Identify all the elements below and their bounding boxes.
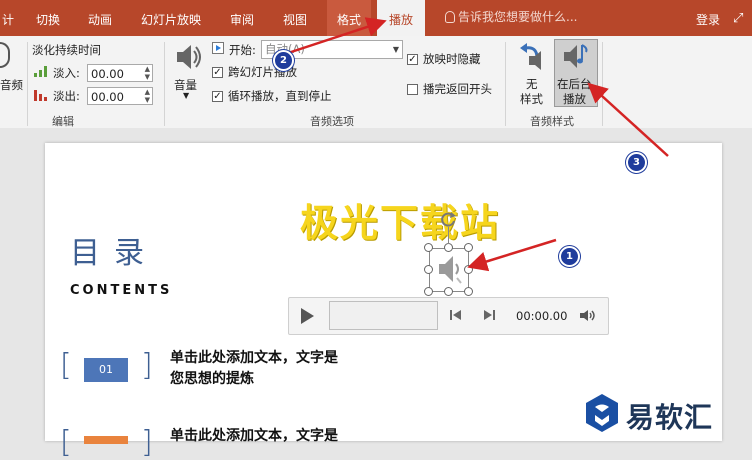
- rotate-handle-icon[interactable]: [439, 210, 457, 228]
- rewind-label: 播完返回开头: [423, 82, 492, 96]
- start-icon: [212, 42, 224, 54]
- group-label-audio-options: 音频选项: [310, 115, 354, 128]
- rewind-checkbox[interactable]: [407, 84, 418, 95]
- tab-animations[interactable]: 动画: [88, 0, 112, 36]
- divider: [602, 42, 603, 126]
- step-badge-3: 3: [626, 152, 647, 173]
- toc-heading[interactable]: 目录: [70, 228, 158, 272]
- toc-item-text[interactable]: 单击此处添加文本，文字是 您思想的提炼: [170, 348, 410, 390]
- volume-button[interactable]: 音量 ▼: [169, 40, 207, 106]
- fade-out-value: 00.00: [91, 90, 124, 104]
- toc-item-line: 单击此处添加文本，文字是: [170, 350, 338, 366]
- audio-icon: [0, 42, 10, 68]
- resize-handle[interactable]: [424, 287, 433, 296]
- fade-in-icon: [34, 66, 48, 77]
- step-badge-1: 1: [559, 246, 580, 267]
- playback-time: 00:00.00: [516, 309, 568, 323]
- fade-duration-label: 淡化持续时间: [32, 43, 101, 57]
- resize-handle[interactable]: [464, 243, 473, 252]
- seek-bar[interactable]: [329, 301, 438, 330]
- ribbon-tab-bar: 计 切换 动画 幻灯片放映 审阅 视图 格式 播放: [0, 0, 752, 36]
- step-back-icon[interactable]: [449, 309, 463, 321]
- loop-label: 循环播放，直到停止: [228, 89, 332, 103]
- hide-during-show-checkbox[interactable]: ✓: [407, 54, 418, 65]
- spinner-arrows-icon[interactable]: ▲ ▼: [145, 88, 150, 104]
- fade-in-value: 00.00: [91, 67, 124, 81]
- resize-handle[interactable]: [464, 265, 473, 274]
- right-bracket: ]: [141, 425, 153, 460]
- left-bracket: [: [60, 348, 72, 383]
- bg-play-label-1: 在后台: [557, 77, 592, 91]
- play-icon[interactable]: [298, 306, 316, 326]
- no-style-label-2: 样式: [520, 92, 543, 106]
- tab-design-partial[interactable]: 计: [2, 0, 14, 36]
- step-badge-2: 2: [273, 50, 294, 71]
- toc-item-line: 单击此处添加文本，文字是: [170, 428, 338, 444]
- speaker-icon: [177, 45, 201, 69]
- tab-review[interactable]: 审阅: [230, 0, 254, 36]
- resize-handle[interactable]: [424, 265, 433, 274]
- fade-out-spinner[interactable]: 00.00 ▲ ▼: [87, 87, 153, 105]
- volume-dropdown-icon: ▼: [183, 91, 190, 100]
- tell-me-placeholder: 告诉我您想要做什么...: [458, 10, 578, 24]
- item-number-box[interactable]: [84, 436, 128, 444]
- item-number-box[interactable]: 01: [84, 358, 128, 382]
- no-style-button[interactable]: 无 样式: [512, 40, 550, 108]
- play-in-background-button[interactable]: 在后台 播放: [554, 39, 598, 107]
- play-across-slides-checkbox[interactable]: ✓: [212, 67, 223, 78]
- lightbulb-icon: [445, 11, 455, 23]
- step-forward-icon[interactable]: [482, 309, 496, 321]
- divider: [27, 42, 28, 126]
- no-style-label-1: 无: [526, 77, 538, 91]
- tab-slideshow[interactable]: 幻灯片放映: [141, 0, 201, 36]
- undo-style-icon: [520, 43, 541, 70]
- toc-item-text[interactable]: 单击此处添加文本，文字是: [170, 426, 410, 447]
- audio-speaker-icon[interactable]: [435, 253, 465, 285]
- start-label: 开始:: [229, 43, 256, 57]
- resize-handle[interactable]: [464, 287, 473, 296]
- fade-in-spinner[interactable]: 00.00 ▲ ▼: [87, 64, 153, 82]
- tab-playback[interactable]: 播放: [377, 0, 426, 36]
- loop-checkbox[interactable]: ✓: [212, 91, 223, 102]
- bg-play-label-2: 播放: [563, 92, 586, 106]
- watermark-logo-icon: [586, 394, 618, 432]
- right-bracket: ]: [141, 348, 153, 383]
- toc-item-line: 您思想的提炼: [170, 371, 254, 387]
- tab-view[interactable]: 视图: [283, 0, 307, 36]
- login-link[interactable]: 登录: [696, 0, 720, 40]
- chevron-down-icon: ▼: [392, 45, 399, 54]
- fade-out-icon: [34, 90, 48, 101]
- resize-handle[interactable]: [444, 287, 453, 296]
- spinner-arrows-icon[interactable]: ▲ ▼: [145, 65, 150, 81]
- resize-handle[interactable]: [424, 243, 433, 252]
- left-bracket: [: [60, 425, 72, 460]
- divider: [164, 42, 165, 126]
- tell-me-search[interactable]: 告诉我您想要做什么...: [445, 8, 577, 25]
- share-icon[interactable]: ⤢: [733, 12, 747, 26]
- audio-tool-partial[interactable]: 音频: [0, 40, 24, 92]
- audio-tool-label: 音频: [0, 78, 23, 92]
- group-label-audio-styles: 音频样式: [530, 115, 574, 128]
- tab-format[interactable]: 格式: [327, 0, 372, 36]
- tab-transitions[interactable]: 切换: [36, 0, 60, 36]
- fade-in-label: 淡入:: [53, 66, 80, 80]
- resize-handle[interactable]: [444, 243, 453, 252]
- watermark-text: 易软汇: [626, 401, 714, 434]
- fade-out-label: 淡出:: [53, 89, 80, 103]
- group-label-edit: 编辑: [52, 115, 74, 128]
- background-music-icon: [564, 44, 588, 68]
- hide-during-show-label: 放映时隐藏: [423, 52, 481, 66]
- slide-title-text[interactable]: 极光下载站: [300, 192, 500, 247]
- volume-icon[interactable]: [579, 309, 597, 322]
- toc-subheading[interactable]: CONTENTS: [70, 283, 172, 298]
- divider: [505, 42, 506, 126]
- rotate-connector: [448, 227, 449, 244]
